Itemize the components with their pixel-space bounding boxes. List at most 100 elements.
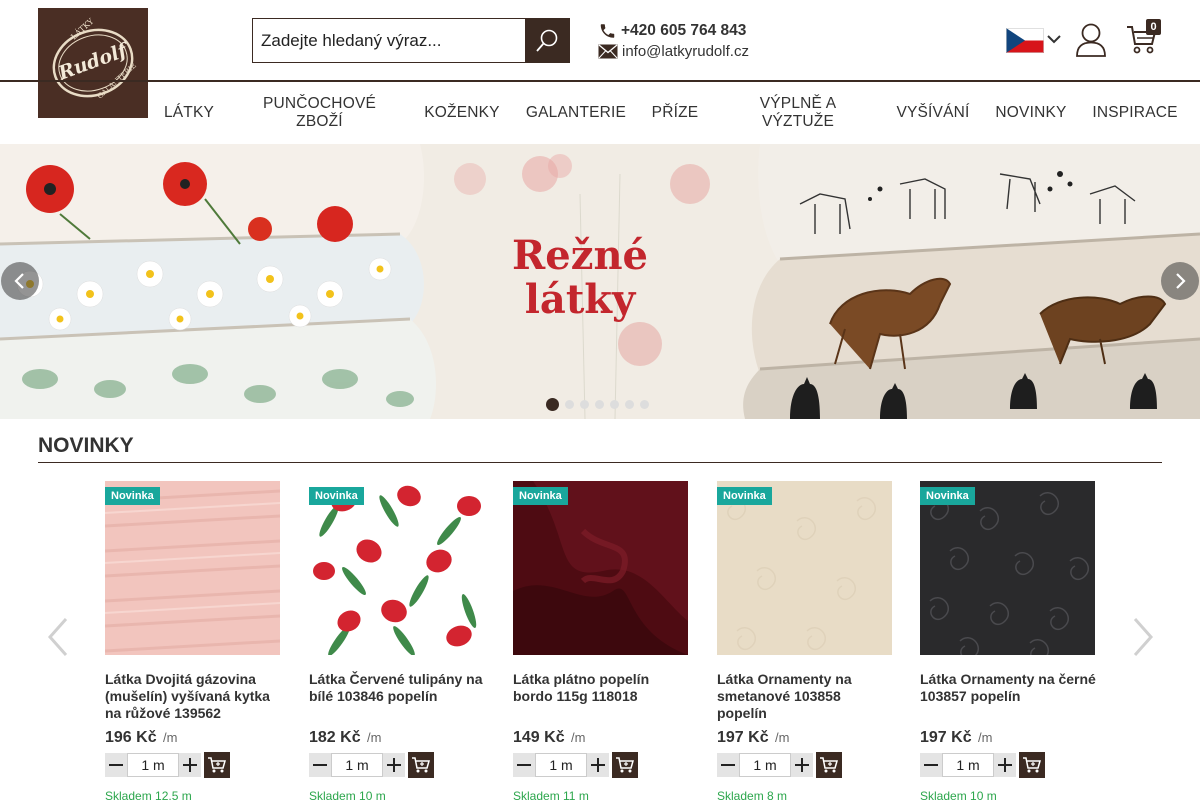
nav-item-kozenky[interactable]: KOŽENKY	[412, 82, 512, 144]
quantity-increase-button[interactable]	[587, 753, 609, 777]
banner-dot-6[interactable]	[625, 400, 634, 409]
cart-add-icon	[208, 757, 226, 773]
quantity-increase-button[interactable]	[791, 753, 813, 777]
minus-icon	[517, 764, 531, 766]
product-price-unit: /m	[367, 730, 382, 745]
product-image[interactable]: Novinka	[717, 481, 892, 655]
product-name[interactable]: Látka Ornamenty na smetanové 103858 pope…	[717, 671, 893, 729]
email-address[interactable]: info@latkyrudolf.cz	[622, 43, 749, 60]
banner-dot-1[interactable]	[546, 398, 559, 411]
product-photo-red-tulips	[309, 481, 484, 655]
product-name[interactable]: Látka Dvojitá gázovina (mušelín) vyšívan…	[105, 671, 281, 729]
nav-item-prize[interactable]: PŘÍZE	[640, 82, 710, 144]
product-name[interactable]: Látka Ornamenty na černé 103857 popelín	[920, 671, 1096, 729]
quantity-decrease-button[interactable]	[717, 753, 739, 777]
nav-item-galanterie[interactable]: GALANTERIE	[520, 82, 632, 144]
nav-item-vyplne-a-vyztuze[interactable]: VÝPLNĚ A VÝZTUŽE	[735, 82, 861, 144]
product-name[interactable]: Látka Červené tulipány na bílé 103846 po…	[309, 671, 485, 729]
quantity-increase-button[interactable]	[994, 753, 1016, 777]
nav-item-latky[interactable]: LÁTKY	[150, 82, 228, 144]
new-badge: Novinka	[513, 487, 568, 505]
phone-line[interactable]: +420 605 764 843	[598, 20, 749, 41]
banner-dot-2[interactable]	[565, 400, 574, 409]
banner-headline[interactable]: Režné látky	[480, 234, 680, 322]
quantity-increase-button[interactable]	[179, 753, 201, 777]
product-price-unit: /m	[978, 730, 993, 745]
products-prev-arrow-icon[interactable]	[46, 617, 70, 657]
quantity-decrease-button[interactable]	[309, 753, 331, 777]
cart-add-icon	[616, 757, 634, 773]
quantity-decrease-button[interactable]	[513, 753, 535, 777]
product-price-unit: /m	[163, 730, 178, 745]
search-button[interactable]	[525, 19, 569, 62]
cart-add-icon	[1023, 757, 1041, 773]
quantity-input[interactable]: 1 m	[331, 753, 383, 777]
new-badge: Novinka	[105, 487, 160, 505]
add-to-cart-button[interactable]	[408, 752, 434, 778]
search-box	[252, 18, 570, 63]
product-image[interactable]: Novinka	[105, 481, 280, 655]
products-next-arrow-icon[interactable]	[1131, 617, 1155, 657]
quantity-decrease-button[interactable]	[920, 753, 942, 777]
plus-icon	[387, 758, 401, 772]
product-image[interactable]: Novinka	[920, 481, 1095, 655]
quantity-input[interactable]: 1 m	[535, 753, 587, 777]
product-image[interactable]: Novinka	[309, 481, 484, 655]
banner-dot-3[interactable]	[580, 400, 589, 409]
czech-flag-icon	[1006, 28, 1044, 53]
search-input[interactable]	[253, 19, 526, 62]
new-badge: Novinka	[920, 487, 975, 505]
nav-item-novinky[interactable]: NOVINKY	[988, 82, 1074, 144]
phone-number[interactable]: +420 605 764 843	[621, 22, 746, 40]
quantity-input[interactable]: 1 m	[739, 753, 791, 777]
product-price-row: 197 Kč /m	[717, 729, 893, 747]
nav-item-inspirace[interactable]: INSPIRACE	[1086, 82, 1184, 144]
plus-icon	[795, 758, 809, 772]
quantity-input[interactable]: 1 m	[127, 753, 179, 777]
banner-prev-button[interactable]	[1, 262, 39, 300]
product-price: 196 Kč	[105, 729, 157, 746]
quantity-decrease-button[interactable]	[105, 753, 127, 777]
banner-dot-7[interactable]	[640, 400, 649, 409]
plus-icon	[998, 758, 1012, 772]
add-to-cart-button[interactable]	[612, 752, 638, 778]
quantity-input[interactable]: 1 m	[942, 753, 994, 777]
banner-dot-5[interactable]	[610, 400, 619, 409]
quantity-increase-button[interactable]	[383, 753, 405, 777]
minus-icon	[109, 764, 123, 766]
product-price-unit: /m	[775, 730, 790, 745]
nav-item-vysivani[interactable]: VYŠÍVÁNÍ	[887, 82, 979, 144]
banner-dot-4[interactable]	[595, 400, 604, 409]
product-price: 197 Kč	[717, 729, 769, 746]
plus-icon	[591, 758, 605, 772]
stock-status: Skladem 12,5 m	[105, 789, 192, 800]
add-to-cart-button[interactable]	[1019, 752, 1045, 778]
new-badge: Novinka	[717, 487, 772, 505]
product-price-unit: /m	[571, 730, 586, 745]
stock-status: Skladem 11 m	[513, 789, 589, 800]
product-photo-cream-ornaments	[717, 481, 892, 655]
email-line[interactable]: info@latkyrudolf.cz	[598, 41, 749, 62]
chevron-down-icon[interactable]	[1046, 31, 1062, 47]
banner-next-button[interactable]	[1161, 262, 1199, 300]
add-to-cart-button[interactable]	[816, 752, 842, 778]
stock-status: Skladem 10 m	[309, 789, 386, 800]
nav-item-puncochove-zbozi[interactable]: PUNČOCHOVÉ ZBOŽÍ	[248, 82, 391, 144]
chevron-left-icon	[14, 273, 24, 289]
product-name[interactable]: Látka plátno popelín bordo 115g 118018	[513, 671, 689, 729]
product-image[interactable]: Novinka	[513, 481, 688, 655]
stock-status: Skladem 10 m	[920, 789, 997, 800]
product-price-row: 197 Kč /m	[920, 729, 1096, 747]
cart-count-badge[interactable]: 0	[1146, 19, 1161, 35]
language-flag[interactable]	[1006, 28, 1044, 53]
cart-add-icon	[412, 757, 430, 773]
hero-banner[interactable]: Režné látky	[0, 144, 1200, 419]
product-card: Novinka Látka Ornamenty na smetanové 103…	[717, 481, 893, 800]
product-photo-pink-gauze	[105, 481, 280, 655]
product-card: Novinka Látka Dvojitá gázovina (mušelín)…	[105, 481, 281, 800]
add-to-cart-button[interactable]	[204, 752, 230, 778]
product-price: 149 Kč	[513, 729, 565, 746]
quantity-stepper: 1 m	[513, 752, 689, 778]
chevron-right-icon	[1176, 273, 1186, 289]
user-account-icon[interactable]	[1074, 22, 1108, 58]
